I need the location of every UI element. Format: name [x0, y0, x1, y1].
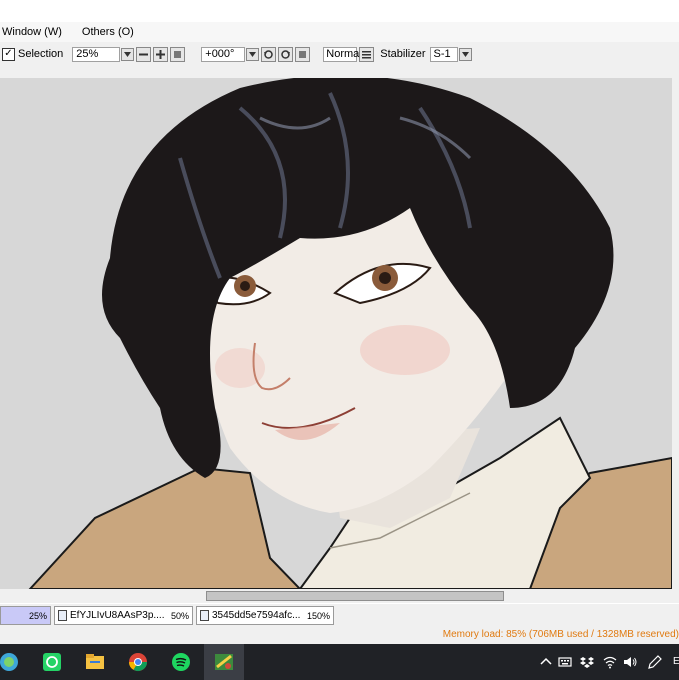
taskbar-app-edge[interactable] — [0, 644, 29, 680]
artwork-illustration — [28, 78, 672, 589]
toolbar: ✓ Selection 25% +000° Normal Stabilizer … — [0, 42, 679, 67]
tab-zoom: 25% — [28, 610, 47, 621]
document-tab-active[interactable]: 25% — [0, 606, 51, 625]
horizontal-scrollbar[interactable] — [0, 589, 679, 603]
document-tab[interactable]: EfYJLIvU8AAsP3p.... 50% — [54, 606, 193, 625]
stabilizer-field[interactable]: S-1 — [429, 46, 458, 62]
zoom-field[interactable]: 25% — [72, 46, 121, 62]
menu-others[interactable]: Others (O) — [80, 26, 142, 38]
tray-keyboard[interactable] — [558, 655, 572, 669]
selection-label: Selection — [18, 48, 64, 60]
document-tab-bar: 25% EfYJLIvU8AAsP3p.... 50% 3545dd5e7594… — [0, 604, 679, 626]
rotate-reset-icon — [299, 50, 307, 58]
memory-load-status: Memory load: 85% (706MB used / 1328MB re… — [442, 629, 679, 640]
rotation-value: +000° — [205, 48, 235, 60]
dropbox-icon — [580, 657, 594, 668]
zoom-value: 25% — [76, 48, 99, 60]
chevron-down-icon — [124, 51, 132, 57]
menu-window[interactable]: Window (W) — [0, 26, 70, 38]
rotate-right-button[interactable] — [278, 46, 294, 62]
chevron-up-icon — [540, 657, 552, 665]
taskbar-app-paint-tool-sai[interactable] — [204, 644, 244, 680]
chevron-down-icon — [461, 51, 469, 57]
stabilizer-value: S-1 — [433, 48, 451, 60]
tray-chevron-up[interactable] — [539, 655, 553, 669]
blend-mode-value: Normal — [326, 48, 362, 60]
scrollbar-thumb[interactable] — [206, 591, 504, 601]
file-explorer-icon — [86, 654, 104, 669]
zoom-out-button[interactable] — [136, 46, 152, 62]
whatsapp-icon — [43, 653, 61, 671]
zoom-fit-icon — [174, 50, 182, 58]
rotation-dropdown-button[interactable] — [246, 47, 260, 61]
drawing-canvas[interactable] — [0, 78, 672, 589]
tray-volume[interactable] — [623, 655, 637, 669]
tray-pen[interactable] — [648, 655, 662, 669]
chrome-icon — [129, 653, 147, 672]
pen-icon — [648, 655, 662, 669]
rotation-field[interactable]: +000° — [201, 46, 246, 62]
keyboard-icon — [558, 657, 572, 667]
spotify-icon — [172, 653, 190, 671]
document-tab[interactable]: 3545dd5e7594afc... 150% — [196, 606, 334, 625]
document-icon — [58, 610, 67, 621]
tab-name: 3545dd5e7594afc... — [212, 610, 301, 621]
zoom-out-icon — [139, 53, 149, 55]
tray-dropbox[interactable] — [580, 655, 594, 669]
zoom-fit-button[interactable] — [170, 46, 186, 62]
selection-checkbox[interactable]: ✓ — [2, 47, 15, 61]
window-top-strip — [0, 0, 679, 22]
zoom-dropdown-button[interactable] — [121, 47, 135, 61]
blend-mode-button[interactable] — [359, 46, 375, 62]
tab-zoom: 50% — [170, 610, 189, 621]
blend-mode-icon — [362, 50, 372, 58]
rotate-left-icon — [264, 49, 274, 59]
paint-tool-sai-icon — [215, 654, 233, 670]
taskbar-app-file-explorer[interactable] — [75, 644, 115, 680]
taskbar-app-chrome[interactable] — [118, 644, 158, 680]
canvas-frame — [0, 66, 679, 589]
zoom-in-button[interactable] — [153, 46, 169, 62]
stabilizer-dropdown-button[interactable] — [458, 47, 472, 61]
menu-bar: Window (W) Others (O) — [0, 22, 679, 42]
taskbar-app-spotify[interactable] — [161, 644, 201, 680]
rotate-left-button[interactable] — [261, 46, 277, 62]
blend-mode-field[interactable]: Normal — [323, 46, 362, 62]
windows-taskbar: E — [0, 644, 679, 680]
clock-fragment[interactable]: E — [673, 656, 679, 667]
document-icon — [200, 610, 209, 621]
edge-icon — [0, 653, 18, 671]
network-icon — [603, 656, 617, 669]
rotate-reset-button[interactable] — [295, 46, 311, 62]
volume-icon — [624, 657, 637, 667]
zoom-in-icon — [156, 49, 166, 59]
taskbar-app-whatsapp[interactable] — [32, 644, 72, 680]
tab-zoom: 150% — [306, 610, 330, 621]
tray-network[interactable] — [603, 655, 617, 669]
status-bar: Memory load: 85% (706MB used / 1328MB re… — [0, 626, 679, 644]
rotate-right-icon — [281, 49, 291, 59]
stabilizer-label: Stabilizer — [380, 48, 426, 60]
chevron-down-icon — [249, 51, 257, 57]
tab-name: EfYJLIvU8AAsP3p.... — [70, 610, 165, 621]
